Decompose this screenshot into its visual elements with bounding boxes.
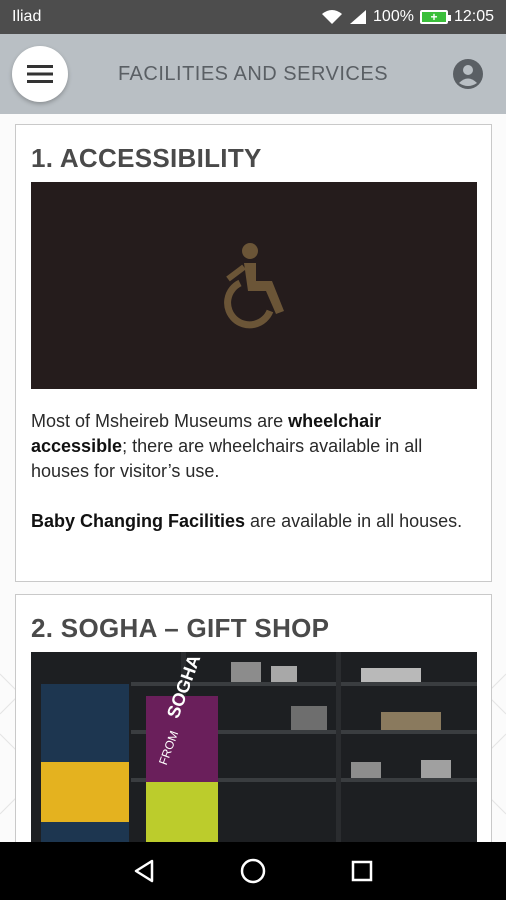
carrier-name: Iliad: [12, 8, 42, 25]
wifi-icon: [321, 9, 343, 25]
account-circle-icon: [453, 59, 483, 89]
accessibility-image: [31, 182, 477, 389]
page-title: FACILITIES AND SERVICES: [117, 62, 389, 85]
accessibility-card: 1. ACCESSIBILITY Most of Msheireb Museum…: [15, 124, 492, 582]
home-button[interactable]: [240, 858, 266, 884]
card-title: 2. SOGHA – GIFT SHOP: [31, 613, 330, 643]
menu-button[interactable]: [12, 46, 68, 102]
system-nav-bar: [0, 842, 506, 900]
back-triangle-icon: [134, 859, 153, 883]
clock: 12:05: [453, 8, 494, 25]
recents-button[interactable]: [351, 860, 373, 882]
home-circle-icon: [240, 858, 266, 884]
app-header: FACILITIES AND SERVICES: [0, 34, 506, 114]
battery-icon: +: [419, 10, 451, 24]
status-bar: Iliad 100% + 12:05: [0, 0, 506, 34]
wheelchair-icon: [224, 242, 284, 328]
baby-changing-paragraph: Baby Changing Facilities are available i…: [31, 511, 463, 531]
wheelchair-paragraph: Most of Msheireb Museums are wheelchair …: [31, 411, 423, 481]
menu-icon: [27, 65, 53, 83]
gift-shop-image: SOGHA FROM: [31, 652, 477, 842]
battery-percent: 100%: [373, 8, 414, 25]
back-button[interactable]: [133, 859, 155, 883]
signal-icon: [349, 9, 367, 25]
recents-square-icon: [352, 860, 373, 882]
gift-shop-card: 2. SOGHA – GIFT SHOP SOGHA FROM: [15, 594, 492, 842]
content-area[interactable]: 1. ACCESSIBILITY Most of Msheireb Museum…: [0, 114, 506, 842]
card-title: 1. ACCESSIBILITY: [31, 143, 262, 173]
accessibility-text: Most of Msheireb Museums are wheelchair …: [31, 409, 471, 559]
account-button[interactable]: [452, 58, 484, 90]
status-icons: 100% + 12:05: [321, 8, 494, 26]
